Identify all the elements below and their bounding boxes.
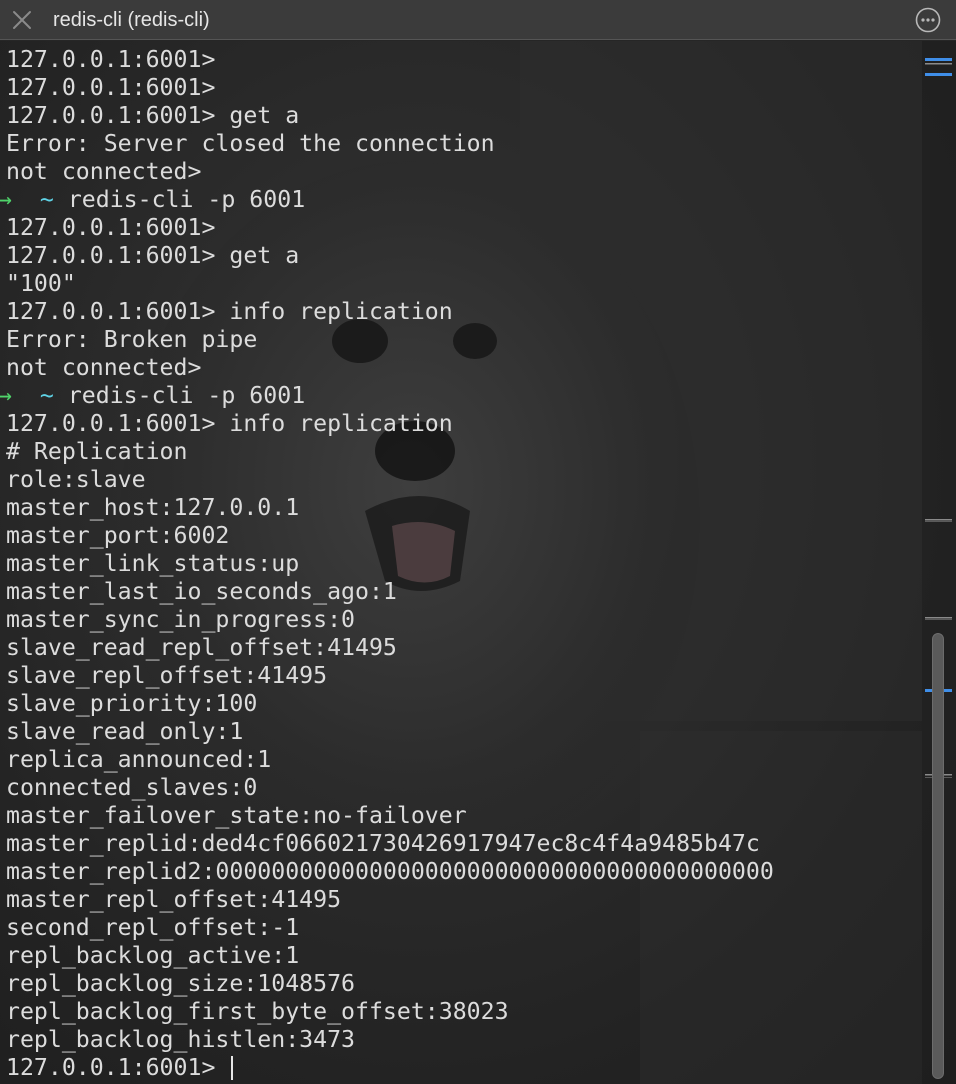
output-line: slave_repl_offset:41495 <box>6 662 328 689</box>
output-line: master_host:127.0.0.1 <box>6 494 300 521</box>
output-line: 127.0.0.1:6001> get a <box>6 242 300 269</box>
home-directory: ~ <box>39 382 54 409</box>
output-line: connected_slaves:0 <box>6 774 258 801</box>
output-line: master_sync_in_progress:0 <box>6 606 356 633</box>
close-icon[interactable] <box>10 8 34 32</box>
output-line: 127.0.0.1:6001> info replication <box>6 410 453 437</box>
prompt-arrow-icon: → <box>0 382 12 409</box>
shell-command-line: → ~ redis-cli -p 6001 <box>0 186 774 214</box>
output-line: not connected> <box>6 158 202 185</box>
output-line: master_repl_offset:41495 <box>6 886 342 913</box>
output-line: master_replid2:0000000000000000000000000… <box>6 858 774 885</box>
output-line: replica_announced:1 <box>6 746 272 773</box>
prompt-text: 127.0.0.1:6001> <box>6 1054 230 1081</box>
more-options-icon[interactable] <box>915 7 941 33</box>
output-line: slave_read_repl_offset:41495 <box>6 634 397 661</box>
output-line: repl_backlog_histlen:3473 <box>6 1026 356 1053</box>
output-line: Error: Broken pipe <box>6 326 258 353</box>
output-line: not connected> <box>6 354 202 381</box>
terminal-lines: 127.0.0.1:6001> 127.0.0.1:6001> 127.0.0.1:… <box>0 46 774 1082</box>
terminal-output[interactable]: 127.0.0.1:6001> 127.0.0.1:6001> 127.0.0.1:… <box>0 41 956 1084</box>
output-line: repl_backlog_size:1048576 <box>6 970 356 997</box>
window-title: redis-cli (redis-cli) <box>53 9 210 31</box>
output-line: master_replid:ded4cf066021730426917947ec… <box>6 830 760 857</box>
output-line: Error: Server closed the connection <box>6 130 495 157</box>
output-line: master_last_io_seconds_ago:1 <box>6 578 397 605</box>
command-text: redis-cli -p 6001 <box>67 186 306 213</box>
output-line: 127.0.0.1:6001> info replication <box>6 298 453 325</box>
output-line: repl_backlog_active:1 <box>6 942 300 969</box>
terminal-window: redis-cli (redis-cli) 127.0.0.1:6001> 12… <box>0 0 956 1084</box>
output-line: 127.0.0.1:6001> get a <box>6 102 300 129</box>
output-line: # Replication <box>6 438 188 465</box>
shell-command-line: → ~ redis-cli -p 6001 <box>0 382 774 410</box>
active-prompt-line: 127.0.0.1:6001> <box>6 1054 774 1082</box>
output-line: repl_backlog_first_byte_offset:38023 <box>6 998 509 1025</box>
prompt-arrow-icon: → <box>0 186 12 213</box>
text-cursor[interactable] <box>231 1056 234 1080</box>
output-line: "100" <box>6 270 76 297</box>
output-line: second_repl_offset:-1 <box>6 914 300 941</box>
output-line: role:slave <box>6 466 146 493</box>
title-bar: redis-cli (redis-cli) <box>0 0 956 40</box>
command-text: redis-cli -p 6001 <box>67 382 306 409</box>
output-line: 127.0.0.1:6001> <box>6 214 216 241</box>
output-line: master_link_status:up <box>6 550 300 577</box>
output-line: 127.0.0.1:6001> <box>6 74 216 101</box>
output-line: slave_priority:100 <box>6 690 258 717</box>
home-directory: ~ <box>39 186 54 213</box>
output-line: master_port:6002 <box>6 522 230 549</box>
output-line: master_failover_state:no-failover <box>6 802 467 829</box>
scrollbar-thumb[interactable] <box>932 633 944 1079</box>
output-line: slave_read_only:1 <box>6 718 244 745</box>
output-line: 127.0.0.1:6001> <box>6 46 216 73</box>
